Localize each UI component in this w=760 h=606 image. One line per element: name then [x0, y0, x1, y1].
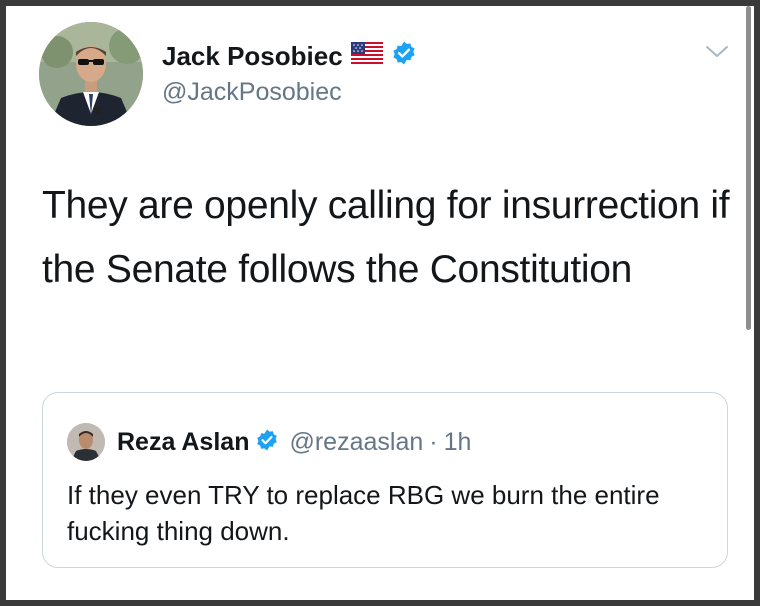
author-handle[interactable]: @JackPosobiec — [162, 78, 342, 107]
verified-badge-icon — [255, 428, 279, 457]
quoted-tweet-header: Reza Aslan @rezaaslan · 1h — [67, 423, 471, 461]
chevron-down-icon[interactable] — [704, 42, 730, 62]
dot-separator: · — [429, 427, 438, 456]
author-display-name[interactable]: Jack Posobiec — [162, 43, 343, 69]
quoted-author-photo — [67, 423, 105, 461]
quoted-tweet-timestamp[interactable]: 1h — [444, 428, 472, 457]
author-avatar[interactable] — [39, 22, 143, 126]
verified-badge-icon — [391, 40, 417, 71]
quoted-author-avatar[interactable] — [67, 423, 105, 461]
quoted-author-display-name[interactable]: Reza Aslan — [117, 428, 249, 457]
author-photo — [39, 22, 143, 126]
scrollbar[interactable] — [746, 6, 751, 330]
quoted-author-handle[interactable]: @rezaaslan — [289, 428, 423, 457]
author-name-row[interactable]: Jack Posobiec — [162, 40, 417, 71]
quoted-tweet[interactable]: Reza Aslan @rezaaslan · 1h If they even … — [42, 392, 728, 568]
tweet-text: They are openly calling for insurrection… — [42, 184, 730, 291]
us-flag-icon — [350, 42, 383, 69]
tweet-card: Jack Posobiec @JackPosobiec They are ope… — [6, 6, 754, 600]
quoted-tweet-text: If they even TRY to replace RBG we burn … — [67, 480, 660, 546]
